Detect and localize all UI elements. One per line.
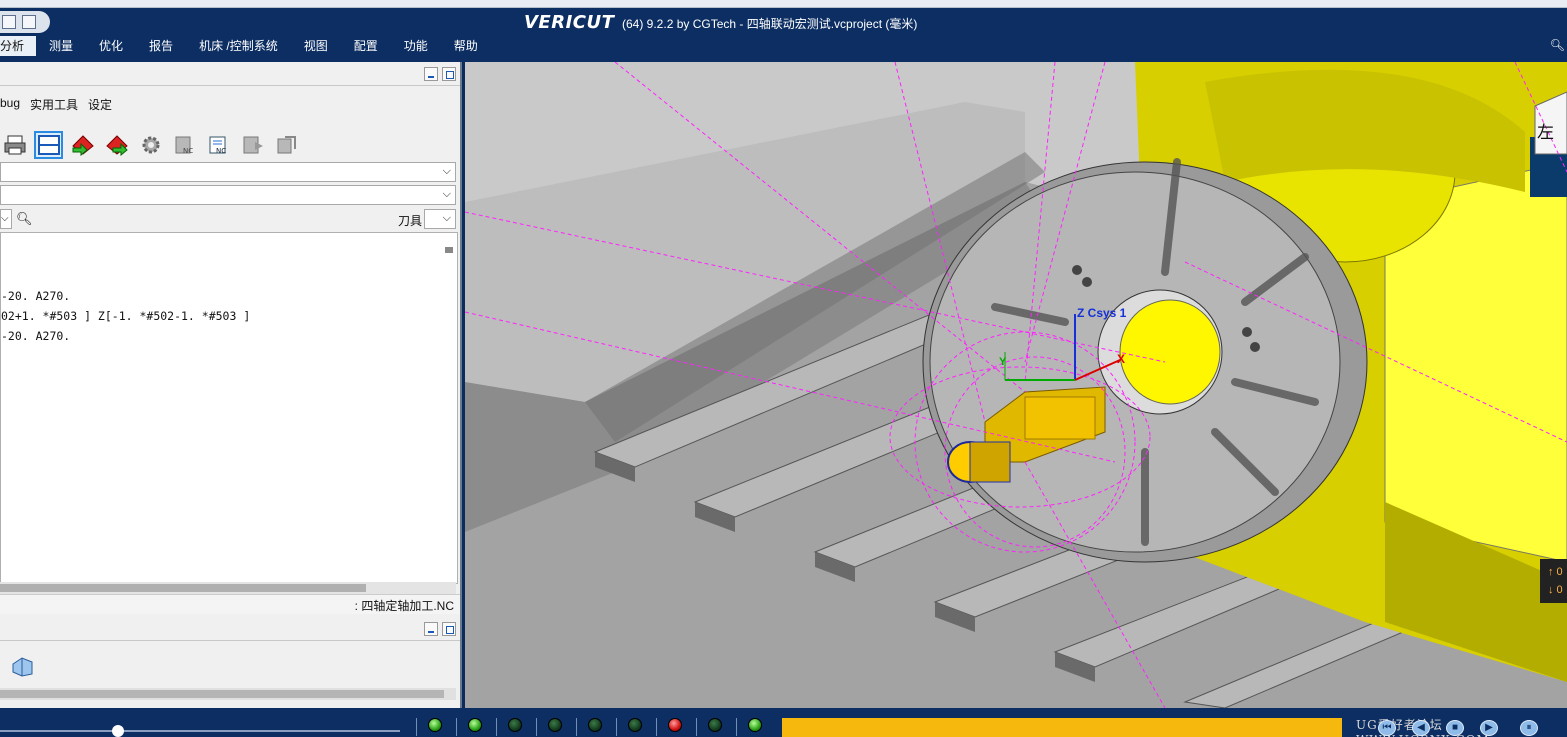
model-tree-icon[interactable]	[10, 654, 36, 684]
tab-settings[interactable]: 设定	[88, 92, 112, 117]
indicator-down: ↓ 0	[1548, 584, 1563, 596]
divider	[496, 718, 497, 736]
vericut-logo: VERICUT	[524, 12, 615, 33]
vericut-app: VERICUT (64) 9.2.2 by CGTech - 四轴联动宏测试.v…	[0, 0, 1567, 737]
nc-code-view[interactable]: -20. A270. 02+1. *#503 ] Z[-1. *#502-1. …	[0, 232, 458, 584]
slider-handle[interactable]	[112, 725, 124, 737]
svg-text:NC: NC	[183, 147, 193, 155]
3d-viewport[interactable]: 左 Z Csys 1 X Y ↑ 0 ↓ 0	[465, 62, 1567, 708]
status-bar: UG爱好者论坛 WWW.UGSNX.COM ⏮ ◀ ■ ▶ ⏸	[0, 708, 1567, 737]
horizontal-scrollbar[interactable]	[0, 582, 456, 594]
status-led-opti[interactable]	[708, 718, 722, 732]
ribbon-remnant	[0, 0, 1567, 8]
panel2-title-bar	[0, 617, 460, 641]
menu-machine-control[interactable]: 机床 /控制系统	[186, 36, 291, 56]
stop-icon[interactable]: ■	[1446, 720, 1464, 736]
layout-icon[interactable]	[2, 15, 16, 29]
step-back-icon[interactable]	[68, 131, 97, 159]
tab-utilities[interactable]: 实用工具	[30, 92, 78, 117]
machine-scene	[465, 62, 1567, 708]
tab-debug[interactable]: bug	[0, 92, 20, 117]
panel-tabs: bug 实用工具 设定	[0, 92, 112, 117]
nc-toolbar: NC NC	[0, 128, 301, 162]
animation-speed-slider[interactable]	[0, 730, 400, 732]
search-icon[interactable]: 🔍︎	[1550, 38, 1565, 52]
refresh-icon[interactable]	[272, 131, 301, 159]
status-led-cycle[interactable]	[628, 718, 642, 732]
save-icon[interactable]	[22, 15, 36, 29]
play-icon[interactable]: ▶	[1480, 720, 1498, 736]
step-back-icon[interactable]: ◀	[1412, 720, 1430, 736]
divider	[536, 718, 537, 736]
gear-icon[interactable]	[136, 131, 165, 159]
minimize-panel-button[interactable]	[424, 67, 438, 81]
divider	[616, 718, 617, 736]
subroutine-dropdown[interactable]: ⌵	[0, 185, 456, 205]
divider	[576, 718, 577, 736]
x-axis-label: X	[1117, 352, 1126, 366]
menu-help[interactable]: 帮助	[441, 36, 491, 56]
divider	[456, 718, 457, 736]
rewind-icon[interactable]: ⏮	[1378, 720, 1396, 736]
svg-text:NC: NC	[216, 147, 226, 155]
menu-report[interactable]: 报告	[136, 36, 186, 56]
menu-bar: 分析 测量 优化 报告 机床 /控制系统 视图 配置 功能 帮助	[0, 36, 1567, 56]
step-forward-icon[interactable]	[102, 131, 131, 159]
menu-function[interactable]: 功能	[391, 36, 441, 56]
progress-bar	[782, 718, 1342, 737]
collision-indicator: ↑ 0 ↓ 0	[1540, 559, 1567, 603]
divider	[696, 718, 697, 736]
nc-file-name: : 四轴定轴加工.NC	[354, 599, 454, 613]
status-led-comp[interactable]	[588, 718, 602, 732]
menu-measure[interactable]: 测量	[36, 36, 86, 56]
code-line: 02+1. *#503 ] Z[-1. *#502-1. *#503 ]	[1, 309, 251, 323]
window-title: (64) 9.2.2 by CGTech - 四轴联动宏测试.vcproject…	[622, 17, 918, 31]
divider	[656, 718, 657, 736]
status-led-probe[interactable]	[508, 718, 522, 732]
status-led-ready[interactable]	[748, 718, 762, 732]
menu-view[interactable]: 视图	[291, 36, 341, 56]
restore-panel-button[interactable]	[442, 67, 456, 81]
status-led-error[interactable]	[668, 718, 682, 732]
indicator-up: ↑ 0	[1548, 566, 1563, 578]
code-line: -20. A270.	[1, 289, 71, 303]
code-line: -20. A270.	[1, 329, 71, 343]
csys-label: Z Csys 1	[1077, 306, 1127, 320]
tool-label: 刀具	[398, 214, 423, 228]
panel-title-bar	[0, 62, 460, 86]
tool-dropdown[interactable]: ⌵	[424, 209, 456, 229]
chevron-down-icon: ⌵	[442, 212, 451, 224]
minimize-panel-button[interactable]	[424, 622, 438, 636]
scroll-thumb[interactable]	[0, 584, 366, 592]
nc-program-panel: bug 实用工具 设定 NC NC ⌵ ⌵ ⌵ 🔍︎ 刀具 ⌵ -20. A27…	[0, 62, 462, 708]
nc-program-icon[interactable]: NC	[170, 131, 199, 159]
next-icon[interactable]	[238, 131, 267, 159]
divider	[416, 718, 417, 736]
quick-access-toolbar	[0, 11, 50, 33]
scroll-thumb[interactable]	[0, 690, 444, 698]
status-led-collision[interactable]	[468, 718, 482, 732]
chevron-down-icon: ⌵	[442, 165, 451, 177]
menu-optimize[interactable]: 优化	[86, 36, 136, 56]
chevron-down-icon: ⌵	[442, 188, 451, 200]
find-icon[interactable]: 🔍︎	[16, 211, 33, 227]
print-icon[interactable]	[0, 131, 29, 159]
divider	[736, 718, 737, 736]
pause-icon[interactable]: ⏸	[1520, 720, 1538, 736]
restore-panel-button[interactable]	[442, 622, 456, 636]
menu-analysis[interactable]: 分析	[0, 36, 37, 56]
split-view-icon[interactable]	[34, 131, 63, 159]
menu-config[interactable]: 配置	[341, 36, 391, 56]
status-led-limit[interactable]	[428, 718, 442, 732]
nc-file-icon[interactable]: NC	[204, 131, 233, 159]
panel2-scrollbar[interactable]	[0, 688, 456, 700]
y-axis-label: Y	[999, 356, 1007, 368]
vertical-scrollbar[interactable]	[445, 247, 453, 253]
view-cube-label[interactable]: 左	[1537, 118, 1554, 143]
program-dropdown[interactable]: ⌵	[0, 162, 456, 182]
file-info-bar: : 四轴定轴加工.NC	[0, 594, 460, 614]
filter-row: ⌵ 🔍︎ 刀具 ⌵	[0, 208, 456, 230]
filter-dropdown[interactable]: ⌵	[0, 209, 12, 229]
status-led-sub[interactable]	[548, 718, 562, 732]
